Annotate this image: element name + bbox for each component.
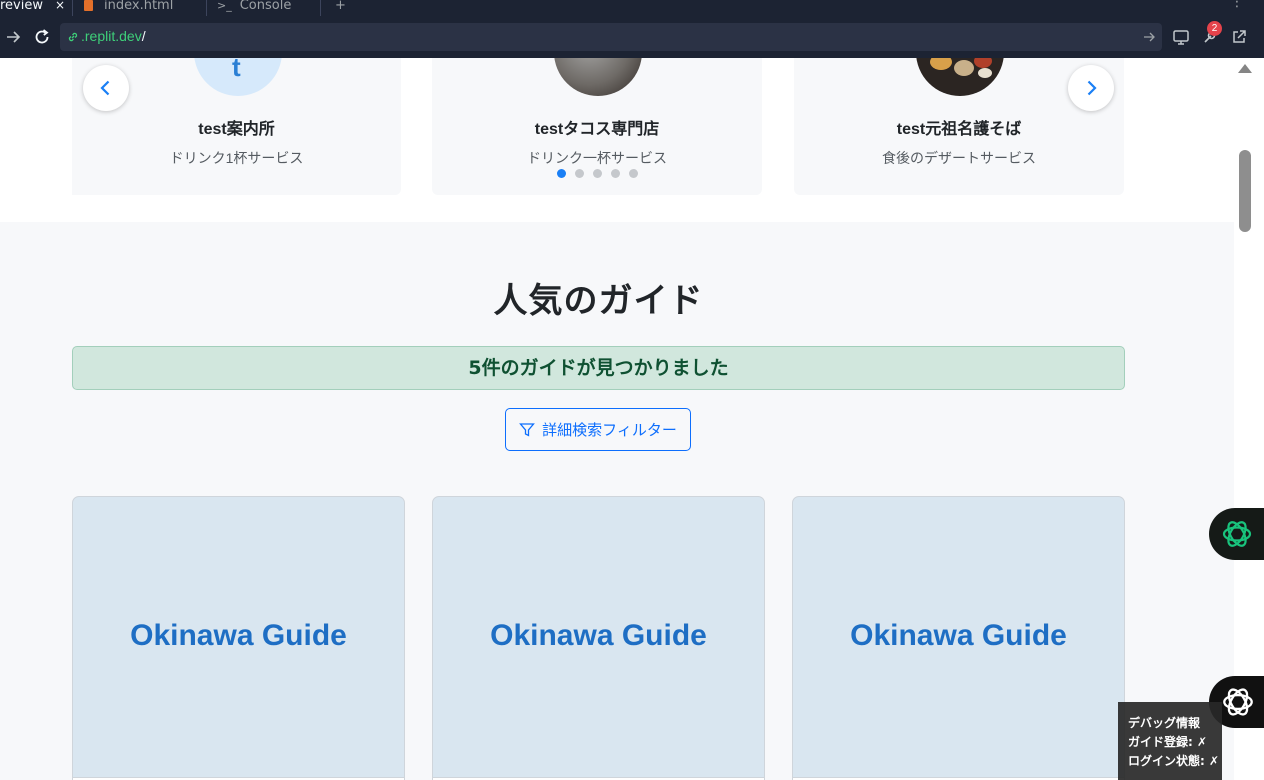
forward-icon[interactable] [3,27,23,47]
store-service: ドリンク一杯サービス [527,150,667,166]
guide-card[interactable]: Okinawa Guide [72,496,405,780]
chevron-left-icon [100,80,110,96]
store-service: 食後のデザートサービス [882,150,1036,166]
vertical-scrollbar[interactable] [1234,58,1264,780]
advanced-filter-button[interactable]: 詳細検索フィルター [505,408,691,451]
section-title: 人気のガイド [493,281,704,321]
tab-preview[interactable]: review × [0,0,73,16]
store-name: test元祖名護そば [896,121,1022,138]
store-avatar-photo [916,58,1004,96]
store-avatar-photo [554,58,642,96]
tab-label: Console [239,0,292,13]
debug-guide-registered: ガイド登録: ✗ [1128,735,1208,749]
store-name: test案内所 [198,121,275,138]
guide-card-image-text: Okinawa Guide [130,619,347,652]
guide-card-image-text: Okinawa Guide [490,619,707,652]
tab-label: review [0,0,43,13]
filter-funnel-icon [519,422,536,437]
notification-badge: 2 [1207,21,1222,36]
address-field[interactable]: .replit.dev/ [60,23,1162,51]
store-carousel: t test案内所 ドリンク1杯サービス testタコス専門店 ドリンク一杯サー… [0,58,1234,222]
guide-card[interactable]: Okinawa Guide [432,496,765,780]
openai-logo-icon [1223,688,1253,716]
debug-info-panel: デバッグ情報 ガイド登録: ✗ ログイン状態: ✗ [1118,702,1222,780]
html-file-icon [84,0,93,11]
chatgpt-assistant-button[interactable] [1209,508,1264,560]
debug-login-status: ログイン状態: ✗ [1128,754,1220,768]
scroll-up-arrow-icon[interactable] [1238,64,1252,73]
tab-label: index.html [104,0,174,13]
tab-index-html[interactable]: index.html [73,0,207,16]
page-content: t test案内所 ドリンク1杯サービス testタコス専門店 ドリンク一杯サー… [0,58,1234,780]
browser-tab-bar: review × index.html >_ Console + ⋮ [0,0,1264,16]
store-avatar: t [194,58,282,96]
new-tab-button[interactable]: + [335,0,346,16]
reload-icon[interactable] [32,27,52,47]
carousel-dot[interactable] [593,169,602,178]
go-arrow-icon[interactable] [1142,30,1156,44]
open-new-window-icon[interactable] [1229,27,1249,47]
result-count-banner: 5件のガイドが見つかりました [72,346,1125,390]
more-options-icon[interactable]: ⋮ [1230,0,1244,10]
scrollbar-thumb[interactable] [1239,150,1251,232]
tab-console[interactable]: >_ Console [207,0,321,16]
openai-logo-icon [1222,521,1252,547]
carousel-dot[interactable] [611,169,620,178]
carousel-dot[interactable] [557,169,566,178]
carousel-indicators [557,169,638,178]
carousel-next-button[interactable] [1068,65,1114,111]
carousel-dot[interactable] [629,169,638,178]
device-preview-icon[interactable] [1171,27,1191,47]
chevron-right-icon [1087,80,1097,96]
filter-button-label: 詳細検索フィルター [542,421,677,439]
url-text: .replit.dev/ [81,28,146,44]
terminal-icon: >_ [217,0,232,12]
debug-title: デバッグ情報 [1128,716,1201,730]
store-service: ドリンク1杯サービス [169,150,304,166]
close-tab-icon[interactable]: × [55,0,65,12]
guide-card[interactable]: Okinawa Guide [792,496,1125,780]
url-bar: .replit.dev/ 2 [0,16,1264,58]
store-name: testタコス専門店 [534,121,660,138]
link-icon [68,32,78,42]
guide-card-image-text: Okinawa Guide [850,619,1067,652]
carousel-dot[interactable] [575,169,584,178]
carousel-prev-button[interactable] [83,65,129,111]
